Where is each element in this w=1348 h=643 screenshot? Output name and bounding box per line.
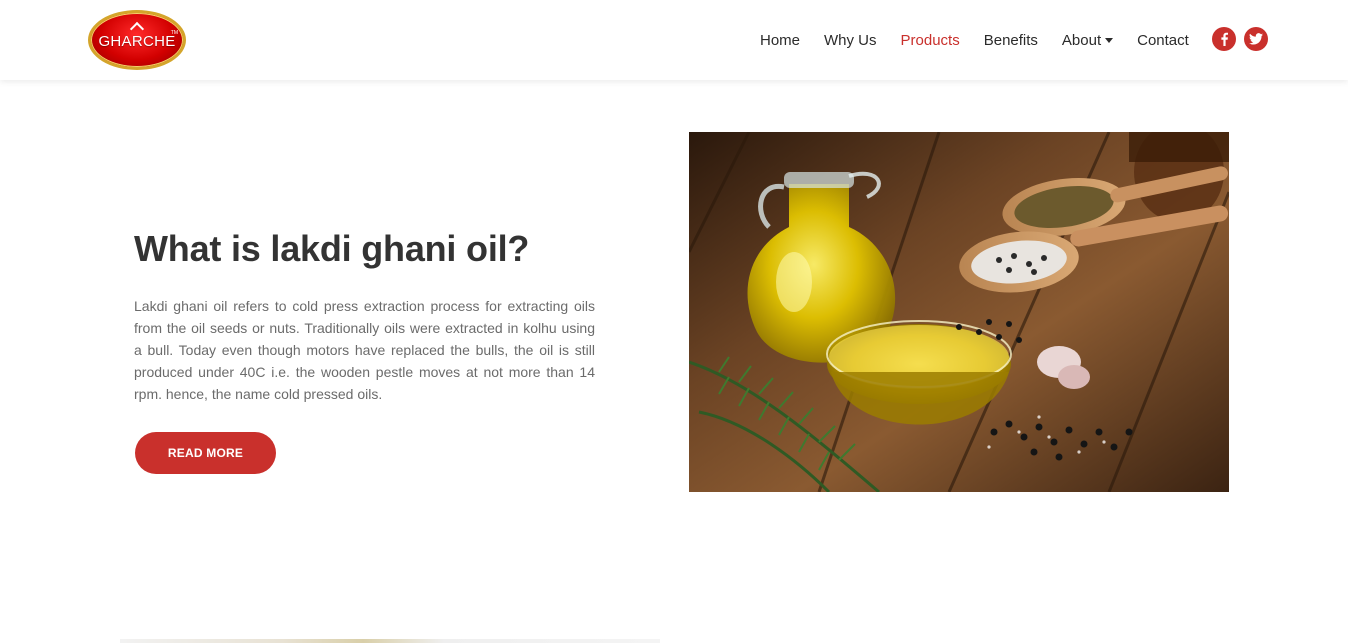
next-section-image-edge (120, 639, 660, 643)
twitter-icon (1249, 33, 1263, 45)
nav-item-label: Home (760, 31, 801, 49)
brand-logo[interactable]: GHARCHE TM (88, 10, 186, 70)
nav-item-label: Why Us (824, 31, 877, 49)
page-title: What is lakdi ghani oil? (134, 228, 530, 269)
nav-item-about[interactable]: About (1050, 32, 1125, 49)
facebook-icon (1221, 32, 1228, 46)
intro-paragraph: Lakdi ghani oil refers to cold press ext… (134, 298, 595, 402)
nav-item-benefits[interactable]: Benefits (972, 32, 1050, 49)
olive-oil-photo (689, 132, 1229, 492)
nav-item-label: About (1061, 31, 1102, 49)
nav-item-label: Products (900, 31, 960, 49)
twitter-button[interactable] (1244, 27, 1268, 51)
nav-item-why-us[interactable]: Why Us (812, 32, 889, 49)
nav-item-products[interactable]: Products (889, 32, 972, 49)
nav-item-contact[interactable]: Contact (1125, 32, 1201, 49)
nav-item-home[interactable]: Home (748, 32, 812, 49)
nav-item-label: Benefits (983, 31, 1038, 49)
chevron-down-icon (1105, 37, 1114, 43)
site-header: GHARCHE TM Home Why Us Products Benefits… (0, 0, 1348, 80)
main-nav: Home Why Us Products Benefits About Cont… (748, 0, 1201, 80)
olive-oil-illustration (689, 132, 1229, 492)
facebook-button[interactable] (1212, 27, 1236, 51)
logo-trademark: TM (170, 30, 178, 36)
nav-item-label: Contact (1137, 31, 1189, 49)
read-more-button[interactable]: READ MORE (135, 432, 276, 474)
